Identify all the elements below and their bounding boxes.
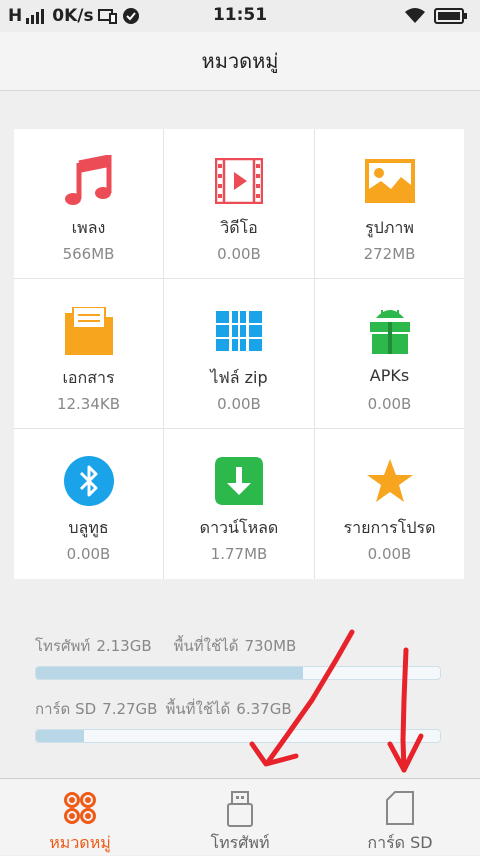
status-right — [404, 7, 468, 25]
category-label: บลูทูธ — [68, 518, 109, 537]
music-note-icon — [63, 155, 115, 207]
category-size: 1.77MB — [210, 545, 268, 563]
usb-phone-icon — [160, 791, 320, 827]
category-label: ไฟล์ zip — [210, 368, 268, 387]
category-size: 566MB — [62, 245, 115, 263]
sd-free-label: พื้นที่ใช้ได้ — [165, 700, 231, 718]
category-label: เพลง — [71, 218, 106, 237]
category-grid-icon — [0, 791, 160, 825]
tab-sd-card[interactable]: การ์ด SD — [320, 779, 480, 855]
phone-free-value: 730MB — [244, 637, 297, 655]
tab-label: หมวดหมู่ — [49, 833, 111, 852]
sd-free-value: 6.37GB — [236, 700, 292, 718]
wifi-icon — [405, 8, 425, 23]
category-documents[interactable]: เอกสาร 12.34KB — [14, 279, 163, 428]
sd-storage-fill — [36, 730, 85, 742]
category-label: APKs — [369, 366, 410, 385]
category-size: 0.00B — [217, 245, 261, 263]
category-label: รูปภาพ — [365, 218, 414, 237]
phone-storage-total: 2.13GB — [96, 637, 152, 655]
category-bluetooth[interactable]: บลูทูธ 0.00B — [14, 429, 163, 579]
sd-storage-bar — [35, 729, 441, 743]
battery-icon — [434, 8, 467, 24]
android-apk-icon — [364, 305, 416, 357]
category-size: 272MB — [363, 245, 416, 263]
phone-storage-fill — [36, 667, 303, 679]
tab-phone[interactable]: โทรศัพท์ — [160, 779, 320, 855]
category-label: ดาวน์โหลด — [199, 518, 279, 537]
category-video[interactable]: วิดีโอ 0.00B — [164, 129, 314, 278]
tab-label: โทรศัพท์ — [210, 833, 270, 852]
tab-label: การ์ด SD — [367, 833, 433, 852]
category-zip[interactable]: ไฟล์ zip 0.00B — [164, 279, 314, 428]
category-size: 0.00B — [367, 545, 412, 563]
category-grid: เพลง 566MB วิดีโอ 0.00B รูปภาพ 272MB เอก… — [14, 129, 464, 579]
category-size: 0.00B — [66, 545, 111, 563]
category-label: เอกสาร — [62, 368, 115, 387]
bluetooth-icon — [63, 455, 115, 507]
phone-storage-info: โทรศัพท์ 2.13GB พื้นที่ใช้ได้ 730MB — [35, 634, 302, 658]
tab-categories[interactable]: หมวดหมู่ — [0, 779, 160, 855]
sd-storage-total: 7.27GB — [102, 700, 158, 718]
document-folder-icon — [63, 305, 115, 357]
category-size: 0.00B — [217, 395, 261, 413]
phone-free-label: พื้นที่ใช้ได้ — [173, 637, 239, 655]
star-icon — [364, 455, 416, 507]
status-bar: H 0K/s 11:51 — [0, 0, 480, 32]
sd-card-icon — [320, 791, 480, 825]
zip-archive-icon — [213, 305, 265, 357]
category-size: 12.34KB — [56, 395, 121, 413]
bottom-nav: หมวดหมู่ โทรศัพท์ การ์ด SD — [0, 778, 480, 855]
phone-storage-label: โทรศัพท์ — [35, 637, 91, 655]
sd-storage-label: การ์ด SD — [35, 700, 97, 718]
category-downloads[interactable]: ดาวน์โหลด 1.77MB — [164, 429, 314, 579]
image-icon — [364, 155, 416, 207]
category-favorites[interactable]: รายการโปรด 0.00B — [315, 429, 464, 579]
category-music[interactable]: เพลง 566MB — [14, 129, 163, 278]
category-size: 0.00B — [367, 395, 412, 413]
video-film-icon — [213, 155, 265, 207]
category-apks[interactable]: APKs 0.00B — [315, 279, 464, 428]
category-label: วิดีโอ — [220, 218, 258, 237]
category-images[interactable]: รูปภาพ 272MB — [315, 129, 464, 278]
sd-storage-info: การ์ด SD 7.27GB พื้นที่ใช้ได้ 6.37GB — [35, 697, 298, 721]
phone-storage-bar — [35, 666, 441, 680]
page-title: หมวดหมู่ — [0, 32, 480, 91]
category-label: รายการโปรด — [343, 518, 436, 537]
download-icon — [213, 455, 265, 507]
